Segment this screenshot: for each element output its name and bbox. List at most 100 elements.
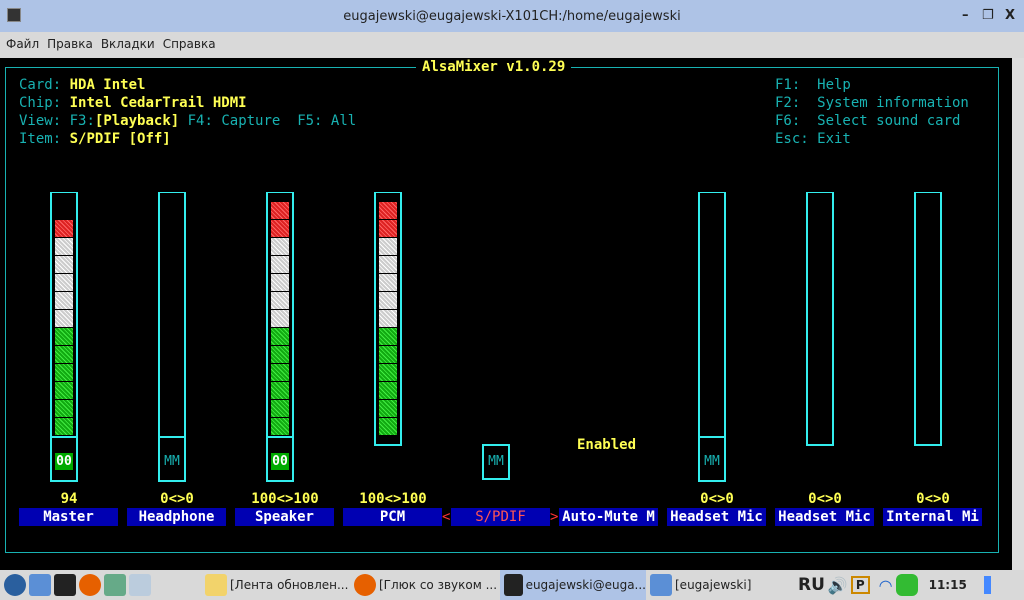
mute-switch[interactable]: 00 [50,446,78,482]
mute-state: MM [164,454,180,469]
volume-cell [55,400,73,417]
battery-icon[interactable] [983,576,991,594]
terminal-icon [504,574,523,596]
clock[interactable]: 11:15 [929,578,967,592]
firefox-icon [354,574,376,596]
channel-name[interactable]: Auto-Mute M [559,508,658,526]
help-esc: Esc: Exit [775,131,851,147]
task-item[interactable]: [eugajewski] [675,578,751,592]
channel-value: 0<>0 [160,491,194,507]
volume-cell [379,418,397,435]
volume-meter[interactable] [266,192,294,482]
task-item-active[interactable]: eugajewski@euga... [526,578,646,592]
volume-cell [271,238,289,255]
settings-icon[interactable] [104,574,126,596]
volume-cell [271,346,289,363]
volume-cell [55,328,73,345]
mail-icon [205,574,227,596]
view-f3[interactable]: F3: [70,113,95,129]
volume-cell [271,310,289,327]
scrollbar[interactable] [1012,58,1024,570]
volume-cell [271,202,289,219]
mute-switch[interactable]: MM [158,446,186,482]
restore-button[interactable]: ❐ [982,8,994,23]
start-menu-icon[interactable] [4,574,26,596]
volume-meter[interactable] [806,192,834,446]
terminal-launcher-icon[interactable] [54,574,76,596]
volume-cell [379,274,397,291]
channel-name[interactable]: Master [19,508,118,526]
card-value: HDA Intel [69,77,146,93]
tray-p-icon[interactable]: P [850,576,870,594]
volume-cell [271,292,289,309]
volume-cell [379,364,397,381]
menu-bar: Файл Правка Вкладки Справка [0,32,1024,58]
selection-right-marker: > [550,509,559,525]
volume-cell [271,364,289,381]
menu-help[interactable]: Справка [161,32,218,56]
mute-switch[interactable]: MM [698,446,726,482]
volume-cell [379,292,397,309]
help-f2: F2: System information [775,95,969,111]
mute-switch[interactable]: MM [482,444,510,480]
menu-tabs[interactable]: Вкладки [99,32,157,56]
mute-state: 00 [55,453,73,470]
volume-cell [379,238,397,255]
channel-name[interactable]: Headset Mic [775,508,874,526]
channel-name[interactable]: Speaker [235,508,334,526]
window-title: eugajewski@eugajewski-X101CH:/home/eugaj… [343,9,681,24]
channel-value: 0<>0 [808,491,842,507]
volume-meter[interactable] [698,192,726,482]
volume-cell [271,418,289,435]
channel-name[interactable]: PCM [343,508,442,526]
selection-left-marker: < [442,509,451,525]
volume-icon[interactable]: 🔊 [828,576,848,595]
task-item[interactable]: [Глюк со звуком ... [379,578,497,592]
meter-divider [52,436,76,438]
channel-name[interactable]: Headphone [127,508,226,526]
file-manager-icon[interactable] [29,574,51,596]
task-item[interactable]: [Лента обновлен... [230,578,348,592]
view-playback[interactable]: [Playback] [95,113,179,129]
auto-mute-status: Enabled [577,437,637,453]
volume-cell [271,382,289,399]
volume-cell [55,256,73,273]
channel-value: 100<>100 [359,491,427,507]
channel-value: 94 [60,491,78,507]
volume-cell [271,328,289,345]
volume-cell [55,418,73,435]
channel-name[interactable]: S/PDIF [451,508,550,526]
volume-cell [55,364,73,381]
volume-cell [379,310,397,327]
keyboard-layout[interactable]: RU [798,575,825,595]
volume-meter[interactable] [374,192,402,446]
terminal[interactable]: AlsaMixer v1.0.29 Card: HDA Intel Chip: … [0,58,1012,570]
volume-cell [271,256,289,273]
update-check-icon[interactable] [895,574,918,596]
volume-meter[interactable] [914,192,942,446]
meter-divider [700,436,724,438]
close-button[interactable]: X [1005,8,1015,23]
channel-name[interactable]: Internal Mi [883,508,982,526]
wifi-icon[interactable]: ◠ [879,576,893,595]
card-label: Card: [19,77,62,93]
volume-meter[interactable] [50,192,78,482]
minimize-button[interactable]: – [962,8,969,23]
help-f6: F6: Select sound card [775,113,961,129]
item-label: Item: [19,131,62,147]
volume-cell [271,220,289,237]
volume-cell [55,310,73,327]
menu-file[interactable]: Файл [4,32,41,56]
meter-divider [160,436,184,438]
view-other[interactable]: F4: Capture F5: All [179,113,357,129]
menu-edit[interactable]: Правка [45,32,95,56]
volume-cell [55,220,73,237]
windows-icon[interactable] [129,574,151,596]
volume-cell [379,346,397,363]
mute-switch[interactable]: 00 [266,446,294,482]
alsamixer-title: AlsaMixer v1.0.29 [416,58,572,76]
volume-cell [55,346,73,363]
volume-meter[interactable] [158,192,186,482]
channel-name[interactable]: Headset Mic [667,508,766,526]
firefox-icon[interactable] [79,574,101,596]
